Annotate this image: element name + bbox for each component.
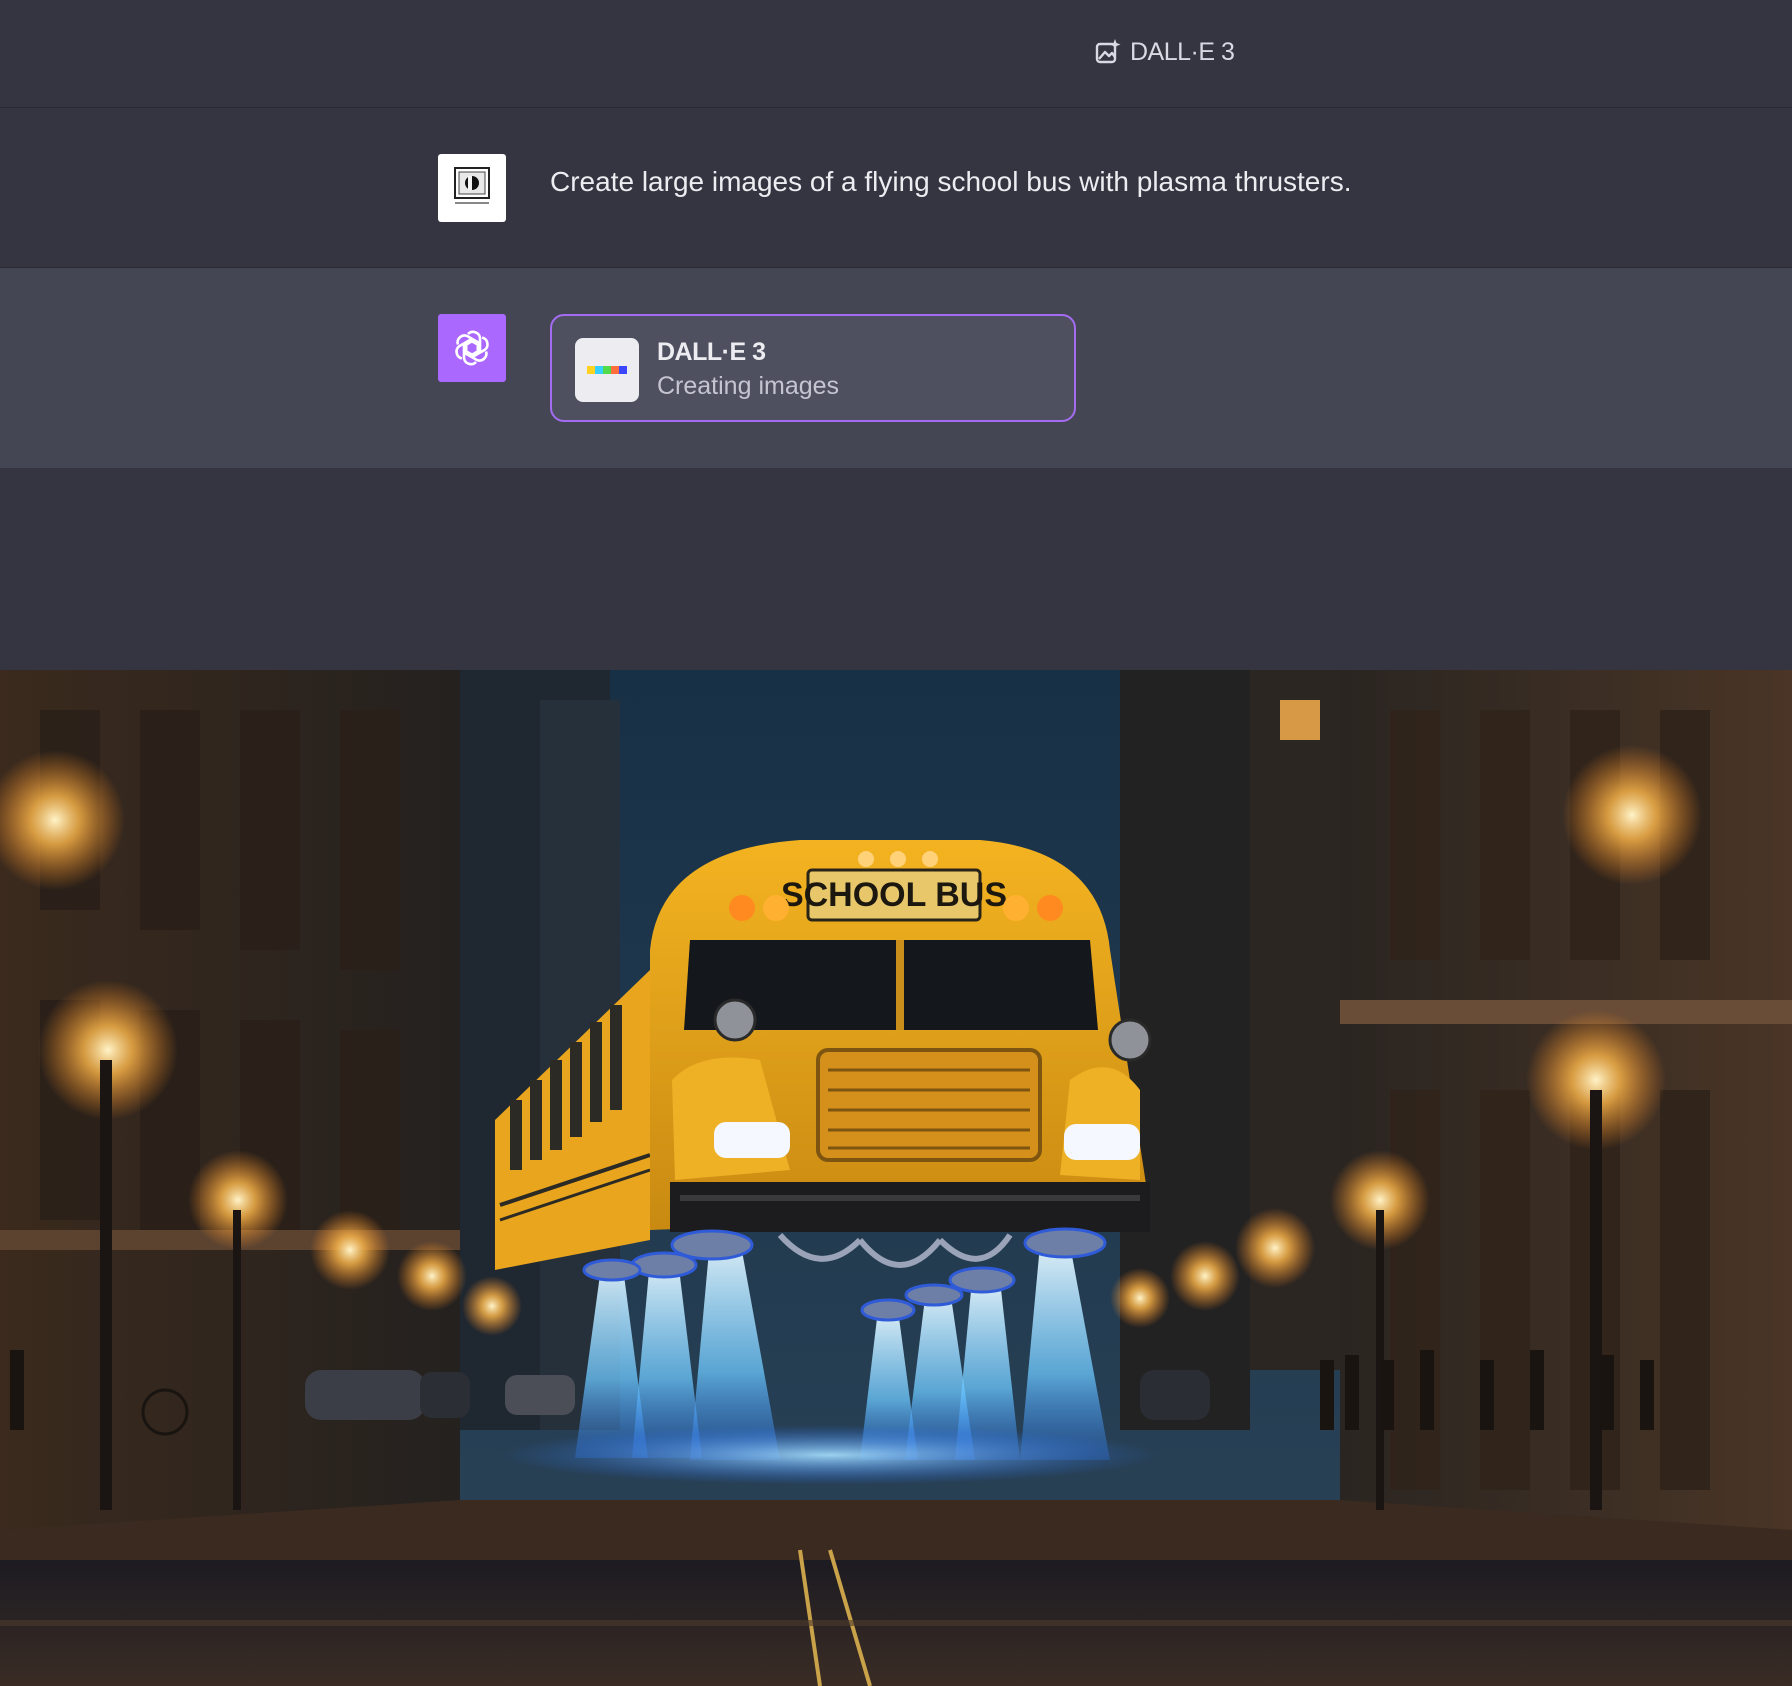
image-sparkle-icon: [1095, 39, 1121, 64]
dalle-tool-card[interactable]: DALL·E 3 Creating images: [550, 314, 1076, 422]
bus-sign-text: SCHOOL BUS: [781, 876, 1007, 914]
generated-image: SCHOOL BUS: [0, 670, 1792, 1686]
model-name: DALL·E 3: [1130, 37, 1235, 66]
openai-logo-icon: [438, 314, 506, 382]
dalle-tool-thumbnail: [575, 338, 639, 402]
user-message-text: Create large images of a flying school b…: [550, 166, 1352, 197]
user-avatar: [438, 154, 506, 222]
user-message: Create large images of a flying school b…: [0, 108, 1792, 268]
tool-name: DALL·E 3: [657, 338, 766, 366]
rainbow-progress-icon: [587, 366, 627, 374]
top-bar: DALL·E 3: [0, 0, 1792, 108]
tool-status: Creating images: [657, 372, 840, 400]
assistant-message: DALL·E 3 Creating images: [0, 268, 1792, 468]
model-selector[interactable]: DALL·E 3: [1094, 34, 1235, 70]
